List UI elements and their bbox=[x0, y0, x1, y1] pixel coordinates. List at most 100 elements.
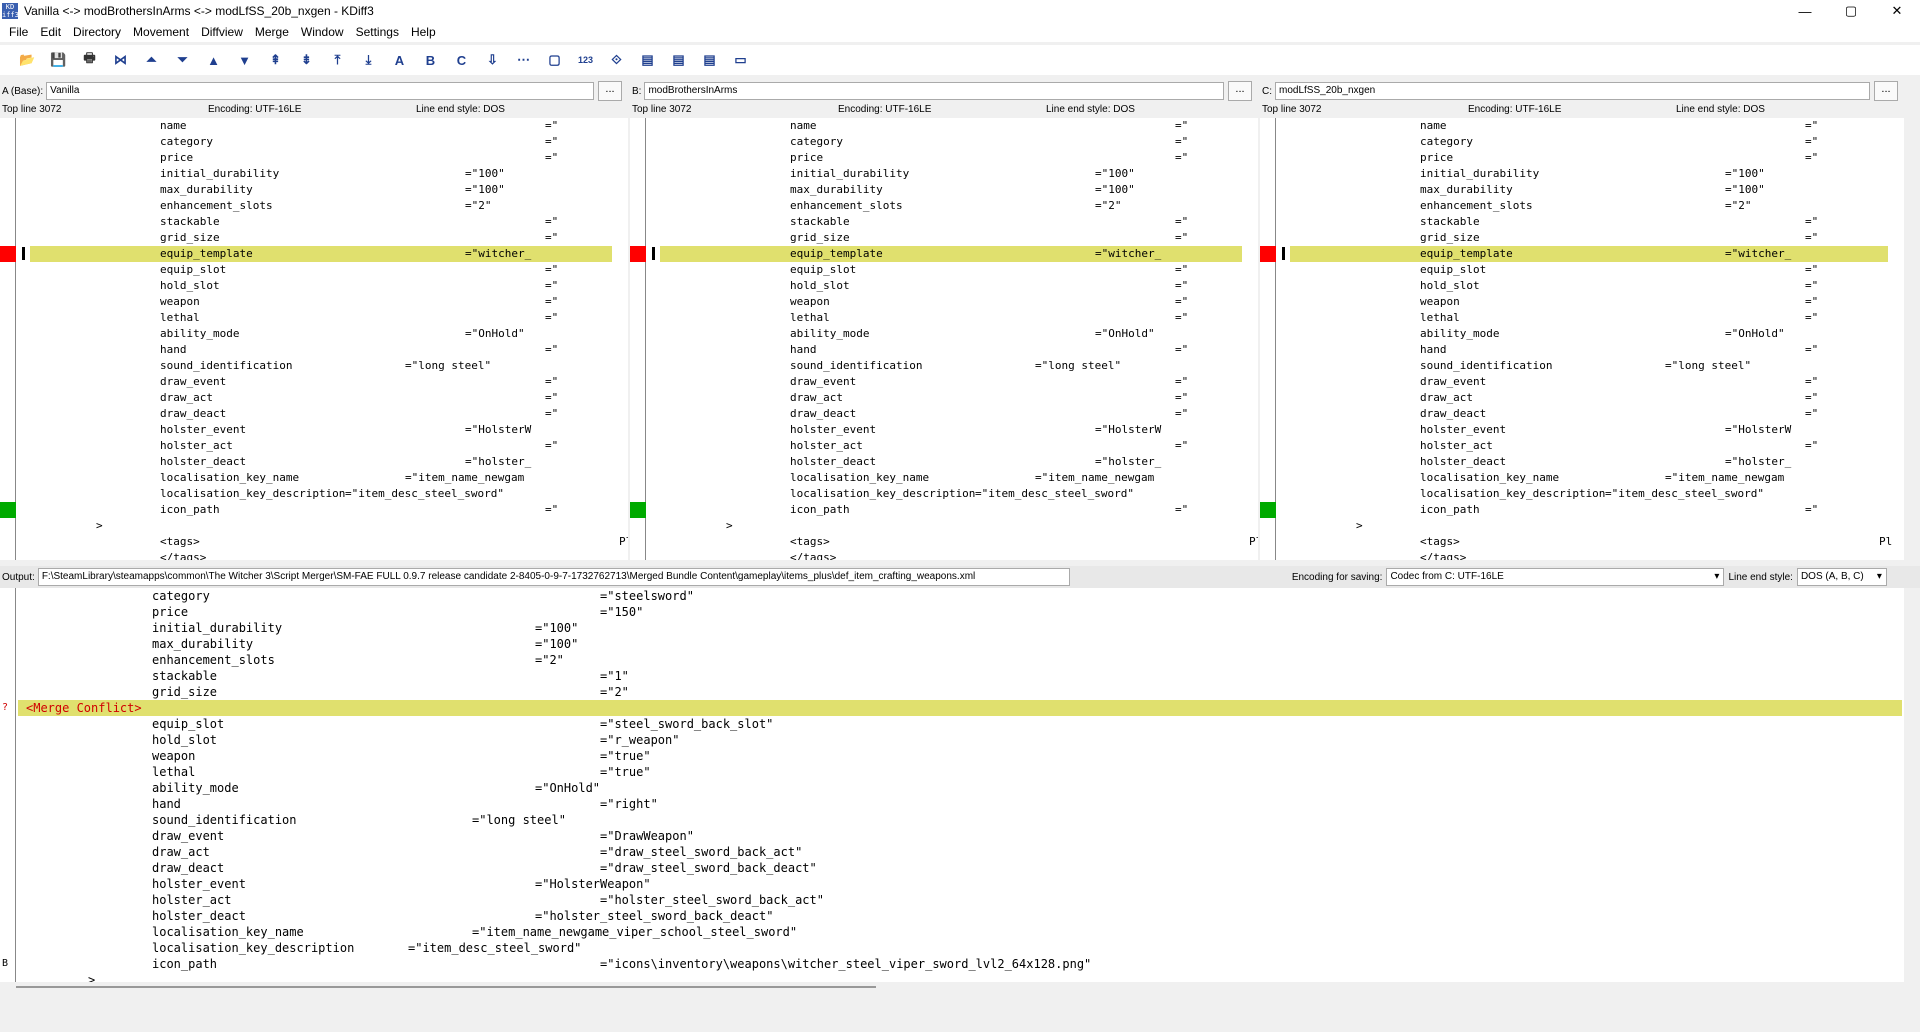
save-icon[interactable]: 💾 bbox=[43, 49, 74, 71]
code-line: initial_durability ="100" bbox=[1260, 166, 1904, 182]
attr-value: ="item_name_newgam bbox=[1035, 471, 1155, 484]
output-line: holster_event ="HolsterWeapon" bbox=[0, 876, 1904, 892]
attr-name: draw_event bbox=[1420, 375, 1487, 388]
code-line: initial_durability ="100" bbox=[0, 166, 628, 182]
output-line: holster_act ="holster_steel_sword_back_ac… bbox=[0, 892, 1904, 908]
menu-file[interactable]: File bbox=[3, 25, 34, 39]
show-whitespace-icon[interactable]: ⋯ bbox=[508, 49, 539, 71]
merge-conflict-line[interactable]: <Merge Conflict> bbox=[18, 700, 1902, 716]
show-window-a-icon[interactable]: ▤ bbox=[632, 49, 663, 71]
overview-icon[interactable]: ▭ bbox=[725, 49, 756, 71]
next-conflict-icon[interactable]: ▼ bbox=[229, 49, 260, 71]
menu-bar: File Edit Directory Movement Diffview Me… bbox=[0, 22, 1920, 42]
text-cursor bbox=[1282, 247, 1285, 260]
last-delta-icon[interactable]: ⤓ bbox=[353, 49, 384, 71]
attr-name: holster_deact bbox=[152, 909, 246, 923]
attr-value: =" bbox=[1175, 119, 1189, 132]
first-delta-icon[interactable]: ⤒ bbox=[322, 49, 353, 71]
browse-button[interactable]: ... bbox=[598, 81, 622, 101]
attr-value: =" bbox=[1805, 375, 1819, 388]
line-numbers-icon[interactable]: 123 bbox=[570, 49, 601, 71]
code-view[interactable]: name =" category =" price =" initial_durabilit… bbox=[1260, 118, 1904, 560]
encoding-label: Encoding: UTF-16LE bbox=[208, 104, 302, 115]
attr-name: draw_deact bbox=[1420, 407, 1487, 420]
word-wrap-icon[interactable]: ⟐ bbox=[601, 49, 632, 71]
attr-name: </tags> bbox=[1420, 551, 1467, 560]
code-line: holster_act =" bbox=[1260, 438, 1904, 454]
print-icon[interactable]: 🖶 bbox=[74, 49, 105, 71]
maximize-button[interactable]: ▢ bbox=[1828, 0, 1874, 22]
menu-help[interactable]: Help bbox=[405, 25, 442, 39]
next-delta-icon[interactable]: ⏷ bbox=[167, 49, 198, 71]
auto-advance-icon[interactable]: ⇩ bbox=[477, 49, 508, 71]
menu-window[interactable]: Window bbox=[295, 25, 350, 39]
attr-value: =" bbox=[545, 439, 559, 452]
attr-name: weapon bbox=[152, 749, 196, 763]
choose-a-icon[interactable]: A bbox=[384, 49, 415, 71]
show-window-b-icon[interactable]: ▤ bbox=[663, 49, 694, 71]
next-unsolved-icon[interactable]: ⇟ bbox=[291, 49, 322, 71]
output-label: Output: bbox=[2, 571, 35, 583]
attr-name: grid_size bbox=[160, 231, 220, 244]
diff-pane-b[interactable]: B: modBrothersInArms... Top line 3072 Encod… bbox=[630, 80, 1258, 560]
diff-pane-c[interactable]: C: modLfSS_20b_nxgen... Top line 3072 Encod… bbox=[1260, 80, 1904, 560]
close-button[interactable]: ✕ bbox=[1874, 0, 1920, 22]
browse-button[interactable]: ... bbox=[1228, 81, 1252, 101]
menu-directory[interactable]: Directory bbox=[67, 25, 127, 39]
encoding-saving-select[interactable]: Codec from C: UTF-16LE bbox=[1386, 568, 1725, 586]
attr-name: <tags> bbox=[160, 535, 200, 548]
output-line: > bbox=[0, 972, 1904, 982]
browse-button[interactable]: ... bbox=[1874, 81, 1898, 101]
attr-name: ability_mode bbox=[160, 327, 240, 340]
top-line-label: Top line 3072 bbox=[1262, 104, 1322, 115]
attr-value: ="100" bbox=[1725, 167, 1765, 180]
pane-path-field[interactable]: Vanilla bbox=[46, 82, 594, 100]
line-end-label: Line end style: bbox=[1728, 571, 1793, 583]
attr-value: =" bbox=[1805, 135, 1819, 148]
attr-name: ability_mode bbox=[152, 781, 239, 795]
attr-name: lethal bbox=[1420, 311, 1460, 324]
attr-name: hand bbox=[1420, 343, 1447, 356]
show-window-c-icon[interactable]: ▤ bbox=[694, 49, 725, 71]
attr-value: =" bbox=[1805, 439, 1819, 452]
menu-edit[interactable]: Edit bbox=[34, 25, 67, 39]
output-line: draw_act ="draw_steel_sword_back_act" bbox=[0, 844, 1904, 860]
output-line: hand ="right" bbox=[0, 796, 1904, 812]
menu-movement[interactable]: Movement bbox=[127, 25, 195, 39]
attr-value: ="holster_ bbox=[465, 455, 532, 468]
attr-value: =" bbox=[1805, 407, 1819, 420]
output-horizontal-scrollbar[interactable] bbox=[16, 986, 876, 988]
choose-b-icon[interactable]: B bbox=[415, 49, 446, 71]
code-line: draw_act =" bbox=[0, 390, 628, 406]
window-title: Vanilla <-> modBrothersInArms <-> modLfS… bbox=[24, 4, 374, 18]
code-line: ability_mode ="OnHold" bbox=[0, 326, 628, 342]
merge-output-pane[interactable]: category ="steelsword" price ="150" initial_… bbox=[0, 588, 1904, 982]
attr-value: ="2" bbox=[465, 199, 492, 212]
open-icon[interactable]: 📂 bbox=[12, 49, 43, 71]
prev-delta-icon[interactable]: ⏶ bbox=[136, 49, 167, 71]
code-view[interactable]: name =" category =" price =" initial_durabilit… bbox=[0, 118, 628, 560]
choose-c-icon[interactable]: C bbox=[446, 49, 477, 71]
change-marker bbox=[630, 502, 646, 518]
goto-top-icon[interactable]: ⋈ bbox=[105, 49, 136, 71]
pane-path-field[interactable]: modLfSS_20b_nxgen bbox=[1275, 82, 1870, 100]
output-line: max_durability ="100" bbox=[0, 636, 1904, 652]
code-line: <tags> Pl bbox=[0, 534, 628, 550]
line-end-style-label: Line end style: DOS bbox=[1046, 104, 1135, 115]
attr-value: =" bbox=[1175, 231, 1189, 244]
pane-label: B: bbox=[632, 85, 642, 97]
menu-settings[interactable]: Settings bbox=[350, 25, 405, 39]
line-end-select[interactable]: DOS (A, B, C) bbox=[1796, 568, 1887, 586]
diff-pane-a[interactable]: A (Base): Vanilla... Top line 3072 Encoding… bbox=[0, 80, 628, 560]
show-whitespace-chars-icon[interactable]: ▢ bbox=[539, 49, 570, 71]
menu-merge[interactable]: Merge bbox=[249, 25, 295, 39]
pane-path-field[interactable]: modBrothersInArms bbox=[644, 82, 1224, 100]
menu-diffview[interactable]: Diffview bbox=[195, 25, 249, 39]
attr-value: ="r_weapon" bbox=[600, 733, 680, 747]
prev-conflict-icon[interactable]: ▲ bbox=[198, 49, 229, 71]
minimize-button[interactable]: — bbox=[1782, 0, 1828, 22]
prev-unsolved-icon[interactable]: ⇞ bbox=[260, 49, 291, 71]
code-view[interactable]: name =" category =" price =" initial_durabilit… bbox=[630, 118, 1258, 560]
output-path-field[interactable]: F:\SteamLibrary\steamapps\common\The Wit… bbox=[37, 568, 1070, 586]
attr-name: icon_path bbox=[152, 957, 218, 971]
